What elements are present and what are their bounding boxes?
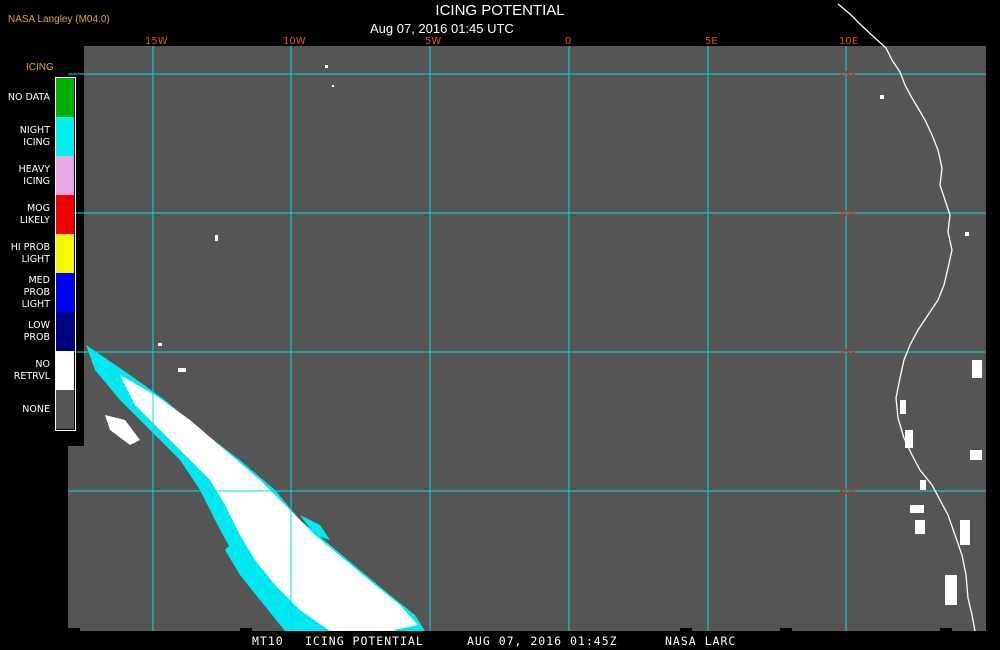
lat-label: 15S: [838, 70, 857, 81]
speck: [325, 65, 328, 68]
legend-title: ICING: [26, 62, 54, 73]
legend-item-label: HEAVY ICING: [18, 163, 50, 187]
speck: [910, 505, 924, 513]
legend-item: NO DATA: [0, 78, 78, 117]
speck: [960, 520, 970, 545]
speck: [900, 400, 906, 414]
legend-item-label: NO DATA: [7, 91, 50, 103]
footer-org: NASA LARC: [665, 634, 737, 648]
legend-item: NIGHT ICING: [0, 117, 78, 156]
lon-label: 5E: [705, 36, 718, 47]
speck: [905, 430, 913, 448]
map-background: [68, 46, 986, 631]
lon-label: 0: [565, 36, 571, 47]
lat-label: 30S: [838, 487, 857, 498]
speck: [965, 232, 969, 236]
tick: [68, 628, 80, 631]
speck: [920, 480, 926, 490]
tick: [940, 628, 952, 631]
legend-swatch: [56, 351, 74, 390]
legend-swatch: [56, 195, 74, 234]
lat-label: 25S: [838, 348, 857, 359]
tick: [680, 628, 692, 631]
legend: NO DATA NIGHT ICING HEAVY ICING MOG LIKELY H…: [0, 78, 78, 429]
legend-item: NO RETRVL: [0, 351, 78, 390]
legend-item: LOW PROB: [0, 312, 78, 351]
speck: [215, 235, 218, 241]
legend-swatch: [56, 312, 74, 351]
legend-swatch: [56, 234, 74, 273]
legend-swatch: [56, 273, 74, 312]
legend-item-label: MED PROB LIGHT: [21, 274, 50, 310]
footer-product: MT10: [252, 634, 284, 648]
legend-swatch: [56, 78, 74, 117]
legend-item-label: MOG LIKELY: [19, 202, 50, 226]
lon-label: 10E: [839, 36, 858, 47]
speck: [178, 368, 186, 372]
legend-item-label: NONE: [22, 403, 50, 415]
footer-time: AUG 07, 2016 01:45Z: [467, 634, 618, 648]
legend-item: HI PROB LIGHT: [0, 234, 78, 273]
speck: [158, 343, 162, 346]
lon-label: 10W: [283, 36, 306, 47]
tick: [240, 628, 252, 631]
lon-label: 15W: [145, 36, 168, 47]
speck: [332, 85, 334, 87]
speck: [915, 520, 925, 534]
lon-label: 5W: [425, 36, 441, 47]
footer-name: ICING POTENTIAL: [305, 634, 424, 648]
speck: [880, 95, 884, 99]
tick: [780, 628, 792, 631]
legend-item-label: NO RETRVL: [13, 358, 50, 382]
longitude-labels: 15W 10W 5W 0 5E 10E: [145, 36, 858, 47]
legend-swatch: [56, 390, 74, 429]
icing-map: 15W 10W 5W 0 5E 10E 15S 20S 25S 30S: [0, 3, 986, 632]
speck: [970, 450, 982, 460]
speck: [945, 575, 957, 605]
legend-swatch: [56, 156, 74, 195]
legend-item-label: HI PROB LIGHT: [10, 241, 50, 265]
legend-item: MOG LIKELY: [0, 195, 78, 234]
legend-item: MED PROB LIGHT: [0, 273, 78, 312]
legend-item: HEAVY ICING: [0, 156, 78, 195]
legend-swatch: [56, 117, 74, 156]
legend-item-label: LOW PROB: [23, 319, 50, 343]
legend-item-label: NIGHT ICING: [19, 124, 50, 148]
speck: [972, 360, 982, 378]
legend-item: NONE: [0, 390, 78, 429]
lat-label: 20S: [838, 209, 857, 220]
